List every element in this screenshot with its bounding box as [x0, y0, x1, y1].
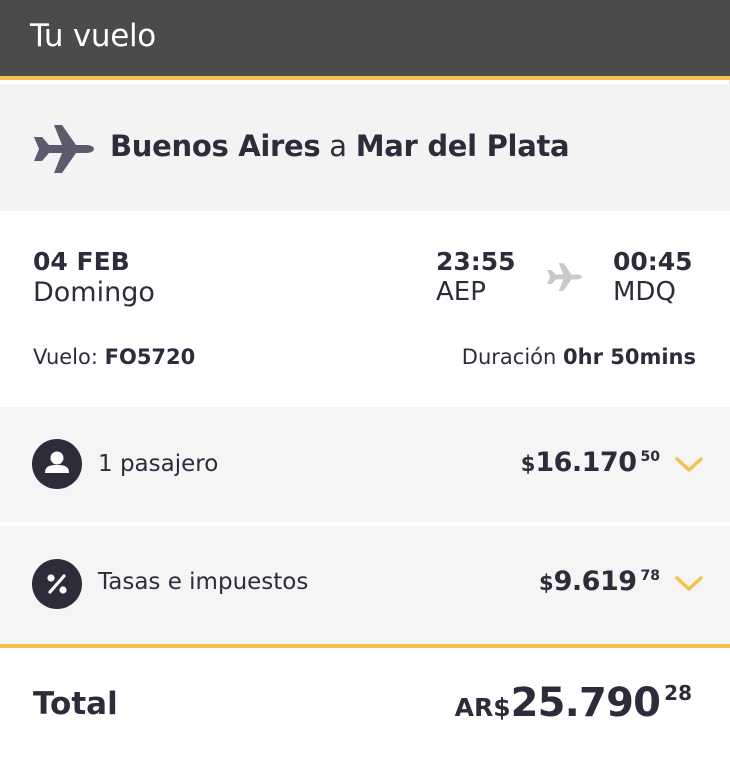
passenger-amount: $16.170 50	[521, 447, 660, 478]
user-icon	[32, 439, 82, 489]
amount-decimals: 50	[640, 449, 660, 465]
flight-number-label: Vuelo:	[33, 345, 98, 369]
route-title: Buenos Aires a Mar del Plata	[110, 129, 570, 163]
arrival-code: MDQ	[613, 277, 676, 307]
chevron-down-icon[interactable]	[674, 574, 704, 594]
flight-details: 04 FEB Domingo 23:55 AEP 00:45 MDQ Vuelo…	[0, 211, 730, 407]
route-connector: a	[329, 129, 347, 163]
flight-number: Vuelo: FO5720	[33, 345, 195, 369]
taxes-price-row[interactable]: Tasas e impuestos $9.619 78	[0, 526, 730, 644]
plane-icon	[34, 125, 94, 173]
passenger-label: 1 pasajero	[98, 451, 219, 477]
total-amount: AR$25.790 28	[455, 680, 692, 726]
total-label: Total	[33, 686, 118, 722]
header-title: Tu vuelo	[30, 18, 156, 54]
total-currency: AR$	[454, 693, 511, 722]
departure-time: 23:55	[436, 247, 516, 276]
flight-number-value: FO5720	[104, 345, 196, 369]
flight-weekday: Domingo	[33, 277, 155, 308]
small-plane-icon	[547, 263, 582, 291]
amount-integer: 9.619	[553, 566, 637, 597]
departure-code: AEP	[436, 277, 486, 307]
flight-date: 04 FEB	[33, 247, 130, 276]
passenger-price-row[interactable]: 1 pasajero $16.170 50	[0, 407, 730, 522]
currency-symbol: $	[538, 571, 554, 595]
flight-duration: Duración 0hr 50mins	[462, 345, 696, 369]
total-decimals: 28	[664, 681, 692, 705]
total-row: Total AR$25.790 28	[0, 648, 730, 764]
route-banner: Buenos Aires a Mar del Plata	[0, 84, 730, 211]
taxes-label: Tasas e impuestos	[98, 569, 309, 595]
chevron-down-icon[interactable]	[674, 455, 704, 475]
flight-summary-card: Tu vuelo Buenos Aires a Mar del Plata 04…	[0, 0, 730, 764]
percent-icon	[32, 559, 82, 609]
amount-integer: 16.170	[535, 447, 637, 478]
currency-symbol: $	[520, 452, 536, 476]
arrival-time: 00:45	[613, 247, 693, 276]
duration-label: Duración	[461, 345, 557, 369]
total-integer: 25.790	[510, 680, 661, 726]
header: Tu vuelo	[0, 0, 730, 80]
duration-value: 0hr 50mins	[563, 345, 696, 369]
taxes-amount: $9.619 78	[539, 566, 660, 597]
origin-city: Buenos Aires	[110, 129, 321, 163]
amount-decimals: 78	[640, 568, 660, 584]
destination-city: Mar del Plata	[355, 129, 570, 163]
